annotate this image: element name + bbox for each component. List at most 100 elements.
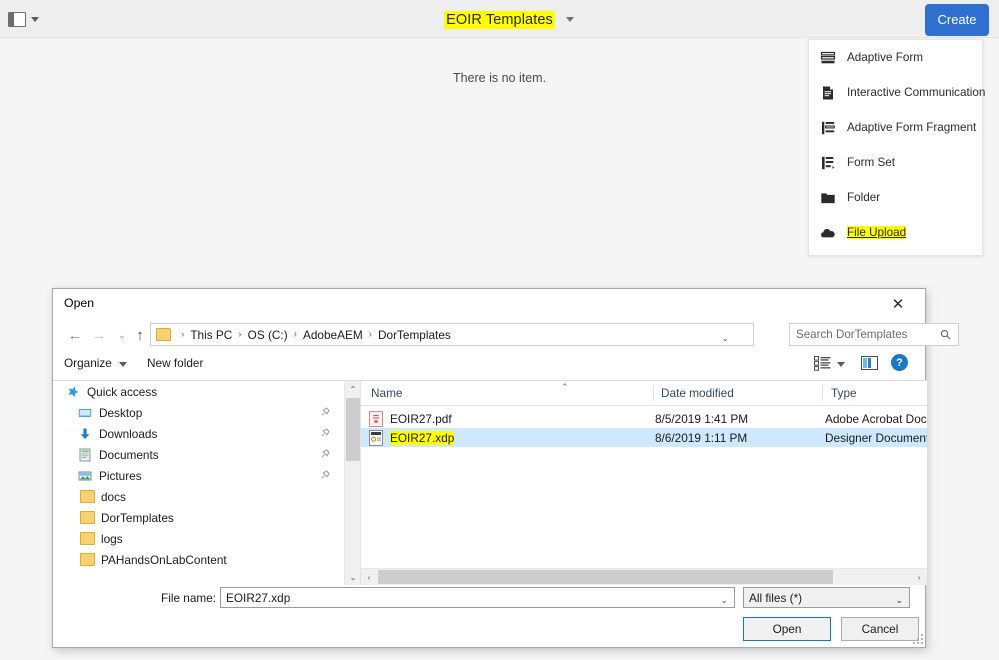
chevron-down-icon[interactable]	[837, 362, 845, 367]
desktop-icon	[77, 405, 93, 421]
dialog-footer: File name: EOIR27.xdp ⌄ All files (*) ⌄ …	[53, 584, 927, 648]
pictures-icon	[77, 468, 93, 484]
menu-item-adaptive-form-fragment[interactable]: Adaptive Form Fragment	[809, 110, 982, 145]
file-name-input[interactable]: EOIR27.xdp ⌄	[220, 587, 735, 608]
menu-item-interactive-communication[interactable]: Interactive Communication	[809, 75, 986, 110]
create-dropdown-menu: Adaptive Form Interactive Communication …	[808, 39, 986, 256]
file-name-label: EOIR27.pdf	[390, 411, 452, 426]
nav-item-logs[interactable]: logs	[53, 528, 344, 549]
column-header-type[interactable]: Type	[831, 381, 857, 405]
file-date-cell: 8/6/2019 1:11 PM	[655, 430, 748, 445]
file-upload-icon	[818, 223, 838, 243]
file-name-cell: EOIR27.xdp	[369, 429, 455, 446]
xdp-file-icon	[369, 429, 383, 446]
nav-item-pictures[interactable]: Pictures	[53, 465, 344, 486]
file-type-cell: Adobe Acrobat Docum	[825, 411, 927, 426]
breadcrumb-segment-adobeaem[interactable]: AdobeAEM	[303, 328, 363, 342]
chevron-down-icon[interactable]: ⌄	[721, 333, 729, 344]
dialog-title: Open	[64, 296, 95, 310]
menu-item-folder[interactable]: Folder	[809, 180, 982, 215]
menu-item-label: Adaptive Form	[847, 51, 923, 64]
file-type-cell: Designer Document	[825, 430, 927, 445]
quick-access-star-icon	[65, 384, 81, 400]
scroll-up-icon[interactable]: ⌃	[345, 381, 361, 397]
close-icon[interactable]: ✕	[877, 292, 919, 316]
folder-icon	[79, 531, 95, 547]
back-icon[interactable]: ←	[64, 324, 86, 346]
chevron-down-icon[interactable]	[31, 17, 39, 22]
table-row[interactable]: EOIR27.xdp 8/6/2019 1:11 PM Designer Doc…	[361, 428, 927, 447]
menu-item-adaptive-form[interactable]: Adaptive Form	[809, 40, 982, 75]
nav-item-label: Pictures	[99, 468, 142, 483]
navigation-pane-scrollbar[interactable]: ⌃ ⌄	[344, 381, 360, 585]
menu-item-label: Interactive Communication	[847, 86, 986, 99]
file-name-value: EOIR27.xdp	[226, 591, 291, 605]
search-placeholder: Search DorTemplates	[796, 328, 908, 341]
folder-icon	[818, 188, 838, 208]
nav-item-docs[interactable]: docs	[53, 486, 344, 507]
file-list-pane: Name ⌃ Date modified Type EOIR27.pdf 8/5…	[361, 381, 927, 585]
command-bar: Organize New folder ?	[53, 350, 927, 380]
nav-item-label: PAHandsOnLabContent	[101, 552, 227, 567]
open-button[interactable]: Open	[743, 617, 831, 641]
menu-item-file-upload[interactable]: File Upload	[809, 215, 982, 250]
scroll-left-icon[interactable]: ‹	[361, 569, 377, 585]
forward-icon[interactable]: →	[88, 324, 110, 346]
scroll-right-icon[interactable]: ›	[911, 569, 927, 585]
folder-icon	[79, 489, 95, 505]
view-layout-icon[interactable]	[814, 356, 831, 371]
nav-item-desktop[interactable]: Desktop	[53, 402, 344, 423]
breadcrumb-segment-dortemplates[interactable]: DorTemplates	[378, 328, 451, 342]
help-icon[interactable]: ?	[891, 354, 908, 371]
navigation-pane: Quick access Desktop Downloads Documents…	[53, 381, 344, 585]
menu-item-form-set[interactable]: Form Set	[809, 145, 982, 180]
documents-icon	[77, 447, 93, 463]
rail-toggle-icon[interactable]	[8, 12, 26, 27]
pin-icon[interactable]	[320, 407, 330, 417]
chevron-down-icon[interactable]: ⌄	[895, 595, 903, 606]
menu-item-label: File Upload	[847, 226, 907, 239]
breadcrumb-segment-this-pc[interactable]: This PC	[190, 328, 232, 342]
breadcrumb-separator: ›	[293, 329, 297, 340]
folder-icon	[79, 510, 95, 526]
nav-item-quick-access[interactable]: Quick access	[53, 381, 344, 402]
file-type-select[interactable]: All files (*) ⌄	[743, 587, 910, 608]
title-chevron-down-icon[interactable]	[566, 17, 574, 22]
chevron-down-icon[interactable]: ⌄	[720, 595, 728, 606]
create-button[interactable]: Create	[925, 4, 989, 36]
nav-item-dortemplates[interactable]: DorTemplates	[53, 507, 344, 528]
dialog-body: Quick access Desktop Downloads Documents…	[53, 380, 927, 585]
nav-item-label: Documents	[99, 447, 159, 462]
up-icon[interactable]: ↑	[129, 324, 151, 346]
menu-item-label: Adaptive Form Fragment	[847, 121, 977, 134]
pin-icon[interactable]	[320, 470, 330, 480]
pin-icon[interactable]	[320, 449, 330, 459]
chevron-down-icon[interactable]	[119, 362, 127, 367]
column-header-date-modified[interactable]: Date modified	[661, 381, 734, 405]
form-set-icon	[818, 153, 838, 173]
search-input[interactable]: Search DorTemplates	[789, 323, 959, 346]
file-name-label: EOIR27.xdp	[390, 430, 455, 445]
nav-item-downloads[interactable]: Downloads	[53, 423, 344, 444]
organize-button[interactable]: Organize	[64, 356, 112, 370]
scroll-down-icon[interactable]: ⌄	[345, 569, 361, 585]
scrollbar-thumb[interactable]	[378, 570, 833, 584]
file-list-header: Name ⌃ Date modified Type	[361, 381, 927, 406]
file-list-horizontal-scrollbar[interactable]: ‹ ›	[361, 568, 927, 585]
pin-icon[interactable]	[320, 428, 330, 438]
new-folder-button[interactable]: New folder	[147, 356, 203, 370]
column-divider[interactable]	[822, 385, 823, 401]
breadcrumb-address-bar[interactable]: › This PC › OS (C:) › AdobeAEM › DorTemp…	[150, 323, 754, 346]
cancel-button[interactable]: Cancel	[841, 617, 919, 641]
preview-pane-icon[interactable]	[861, 356, 878, 370]
nav-item-pahandsonlabcontent[interactable]: PAHandsOnLabContent	[53, 549, 344, 570]
nav-item-documents[interactable]: Documents	[53, 444, 344, 465]
app-header: EOIR Templates Create	[0, 0, 999, 38]
resize-grip[interactable]	[912, 634, 924, 646]
scrollbar-thumb[interactable]	[346, 398, 360, 461]
folder-icon	[156, 328, 171, 341]
column-header-name[interactable]: Name	[371, 381, 402, 405]
breadcrumb-segment-os-c[interactable]: OS (C:)	[248, 328, 288, 342]
table-row[interactable]: EOIR27.pdf 8/5/2019 1:41 PM Adobe Acroba…	[361, 409, 927, 428]
column-divider[interactable]	[653, 385, 654, 401]
